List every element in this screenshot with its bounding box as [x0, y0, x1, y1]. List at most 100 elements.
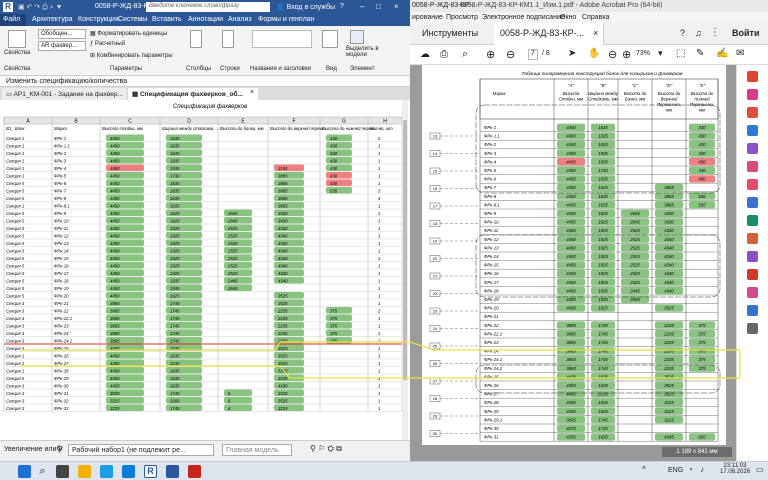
type-selector[interactable]: Обобщен... [38, 29, 86, 39]
status-tools-icons[interactable]: ⚲ ⚐ ⛭ ⧉ [310, 444, 342, 454]
protect-icon[interactable] [747, 197, 758, 208]
login-button[interactable]: Войти [732, 28, 759, 38]
combine-icon[interactable] [747, 143, 758, 154]
menu-help[interactable]: Справка [582, 14, 609, 21]
design-option-selector[interactable]: Главная модель [222, 444, 292, 456]
tab-file[interactable]: Файл [0, 14, 26, 26]
search-icon[interactable]: ⌕ [462, 48, 468, 61]
tray-chevron-icon[interactable]: ^ [642, 465, 646, 474]
volume-icon[interactable]: ♪ [700, 465, 704, 474]
select-in-model-icon[interactable] [350, 30, 364, 44]
acrobat-taskbar-icon[interactable] [188, 465, 201, 478]
print-icon[interactable]: ⎙ [440, 49, 448, 60]
help-icon[interactable]: ? [680, 28, 685, 38]
tab-tools[interactable]: Инструменты [422, 28, 478, 38]
edge-icon[interactable] [100, 465, 113, 478]
maximize-icon[interactable]: □ [376, 2, 381, 11]
menu-edit[interactable]: ирование [412, 14, 443, 21]
properties-icon[interactable] [8, 30, 26, 48]
titles-icons[interactable] [252, 30, 312, 48]
select-in-model-button[interactable]: Выделить в модели [346, 46, 386, 58]
view-tab-close-icon[interactable]: × [250, 89, 254, 96]
signin-button[interactable]: 👤 Вход в службы [276, 3, 335, 11]
zoom-level[interactable]: 73% [636, 50, 650, 57]
page-down-icon[interactable]: ⊖ [506, 48, 515, 61]
tab-analyze[interactable]: Анализ [228, 16, 252, 23]
zoom-out-icon[interactable]: ⊖ [608, 48, 617, 61]
tab-insert[interactable]: Вставить [152, 16, 182, 23]
menu-window[interactable]: Окно [560, 14, 576, 21]
task-view-icon[interactable] [56, 465, 69, 478]
menu-view[interactable]: Просмотр [446, 14, 478, 21]
help-menu-icon[interactable]: ? [340, 3, 344, 10]
redact-icon[interactable] [747, 179, 758, 190]
apps-icon[interactable]: ⋮ [710, 27, 720, 38]
compare-icon[interactable] [747, 305, 758, 316]
send-sign-icon[interactable] [747, 251, 758, 262]
file-explorer-icon[interactable] [78, 465, 91, 478]
share-icon[interactable]: ✉ [736, 48, 744, 59]
cell: 1745 [170, 391, 180, 396]
menu-esign[interactable]: Электронное подписание [482, 14, 565, 21]
word-icon[interactable] [166, 465, 179, 478]
view-icon[interactable] [322, 30, 338, 48]
start-icon[interactable] [18, 465, 31, 478]
type-selector-2[interactable]: АR фахвер... [38, 41, 86, 51]
bell-icon[interactable]: ♫ [695, 28, 702, 38]
create-pdf-icon[interactable] [747, 107, 758, 118]
sign-icon[interactable]: ✍ [716, 48, 728, 59]
more-tools-icon[interactable] [747, 323, 758, 334]
tab-annotate[interactable]: Аннотации [188, 16, 223, 23]
workset-selector[interactable]: Рабочий набор1 (не подлежит ре... [68, 444, 214, 456]
page-number-input[interactable]: 7 [528, 49, 538, 60]
calculated-button[interactable]: ƒ Расчетный [90, 41, 125, 47]
minimize-icon[interactable]: – [360, 2, 364, 11]
cell: Секция 5 [6, 271, 25, 276]
hand-icon[interactable]: ✋ [588, 48, 600, 59]
clock[interactable]: 23:11:03 17.08.2026 [720, 463, 750, 475]
tab-systems[interactable]: Системы [118, 16, 147, 23]
scan-icon[interactable] [747, 269, 758, 280]
combine-params-button[interactable]: ⊞ Комбинировать параметры [90, 52, 173, 59]
cursor-icon[interactable]: ➤ [568, 48, 576, 59]
columns-icon[interactable] [190, 30, 202, 48]
notification-icon[interactable]: ▭ [756, 465, 764, 474]
language-indicator[interactable]: ENG [668, 467, 683, 474]
schedule-view[interactable]: Спецификация фахверков A B C D E F G H В1_ Блок Ма… [0, 100, 410, 440]
comment-tool-icon[interactable] [747, 125, 758, 136]
comment-icon[interactable]: ✎ [696, 48, 704, 59]
zoom-in-icon[interactable]: ⊕ [622, 48, 631, 61]
quick-access-icons[interactable]: ▣ ↶ ↷ ⎙ ⌕ ▼ [18, 3, 63, 12]
view-tab-1[interactable]: ▭ AP1_KM-001 - Задание на фахвер... [2, 88, 126, 100]
tab-document[interactable]: 0058-Р-ЖД-83-КР-... [500, 28, 584, 38]
revit-logo-icon[interactable]: R [3, 2, 13, 12]
export-pdf-icon[interactable] [747, 71, 758, 82]
zoom-dropdown-icon[interactable]: ▾ [658, 48, 663, 59]
outlook-icon[interactable] [122, 465, 135, 478]
fit-page-icon[interactable]: ⬚ [676, 48, 685, 59]
edit-pdf-icon[interactable] [747, 89, 758, 100]
tab-close-icon[interactable]: × [593, 28, 598, 38]
fill-sign-icon[interactable] [747, 233, 758, 244]
tab-structure[interactable]: Конструкция [78, 16, 119, 23]
view-tab-2[interactable]: ▦ Спецификация фахверков_об... [128, 88, 258, 100]
upload-icon[interactable]: ☁ [420, 49, 430, 60]
cell: 3430 [278, 211, 288, 216]
rows-icon[interactable] [222, 30, 234, 48]
tab-architecture[interactable]: Архитектура [32, 16, 73, 23]
compress-icon[interactable] [747, 215, 758, 226]
search-input[interactable]: Введите ключевое слово/фразу [146, 2, 270, 12]
page-up-icon[interactable]: ⊕ [486, 48, 495, 61]
organize-pages-icon[interactable] [747, 161, 758, 172]
cell: 3525 [278, 353, 288, 358]
revit-taskbar-icon[interactable]: R [144, 465, 157, 478]
network-icon[interactable]: ◔ [688, 465, 693, 474]
format-units-button[interactable]: ▦ Форматировать единицы [90, 30, 167, 37]
properties-button[interactable]: Свойства [4, 50, 30, 56]
measure-icon[interactable] [747, 287, 758, 298]
search-taskbar-icon[interactable]: ⌕ [36, 465, 49, 478]
tab-massing[interactable]: Формы и генплан [258, 16, 315, 23]
pdf-viewport[interactable]: Таблица пиларамерной конструкций балок д… [410, 65, 736, 461]
close-icon[interactable]: × [394, 2, 399, 11]
schedule-table[interactable]: Спецификация фахверковA B C D E F G HВ1_ Блок Ма… [0, 100, 410, 440]
